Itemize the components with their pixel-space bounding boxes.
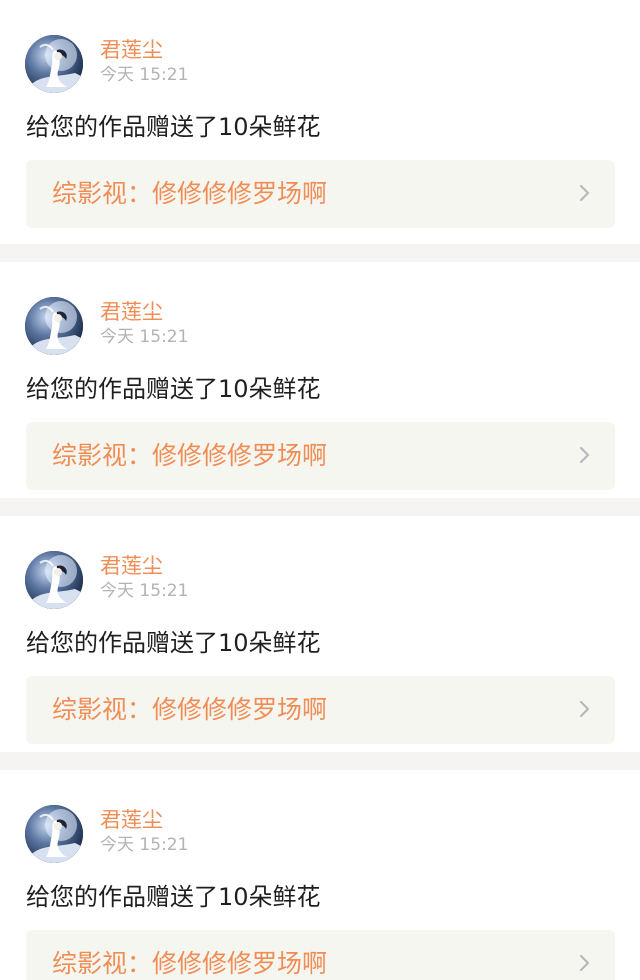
work-label: 综影视： xyxy=(52,441,153,470)
timestamp: 今天 15:21 xyxy=(100,581,189,601)
timestamp: 今天 15:21 xyxy=(100,835,189,855)
work-title-text: 修修修修罗场啊 xyxy=(152,949,328,978)
work-link[interactable]: 综影视：修修修修罗场啊 xyxy=(26,422,615,490)
notification-card: 君莲尘 今天 15:21 给您的作品赠送了10朵鲜花 综影视：修修修修罗场啊 xyxy=(0,262,640,506)
work-title-text: 修修修修罗场啊 xyxy=(152,441,328,470)
card-separator xyxy=(0,244,640,262)
chevron-right-icon xyxy=(579,954,590,972)
card-separator xyxy=(0,752,640,770)
gift-message: 给您的作品赠送了10朵鲜花 xyxy=(26,113,321,141)
notification-card: 君莲尘 今天 15:21 给您的作品赠送了10朵鲜花 综影视：修修修修罗场啊 xyxy=(0,516,640,760)
user-name-link[interactable]: 君莲尘 xyxy=(100,37,163,63)
work-label: 综影视： xyxy=(52,949,153,978)
work-label: 综影视： xyxy=(52,695,153,724)
avatar-icon[interactable] xyxy=(25,35,83,93)
work-label: 综影视： xyxy=(52,179,153,208)
user-name-link[interactable]: 君莲尘 xyxy=(100,807,163,833)
work-link[interactable]: 综影视：修修修修罗场啊 xyxy=(26,676,615,744)
work-title: 综影视：修修修修罗场啊 xyxy=(52,948,327,980)
user-name-link[interactable]: 君莲尘 xyxy=(100,299,163,325)
gift-message: 给您的作品赠送了10朵鲜花 xyxy=(26,375,321,403)
timestamp: 今天 15:21 xyxy=(100,65,189,85)
work-title: 综影视：修修修修罗场啊 xyxy=(52,178,327,210)
chevron-right-icon xyxy=(579,700,590,718)
notification-page: 君莲尘 今天 15:21 给您的作品赠送了10朵鲜花 综影视：修修修修罗场啊 君… xyxy=(0,0,640,980)
notification-card: 君莲尘 今天 15:21 给您的作品赠送了10朵鲜花 综影视：修修修修罗场啊 xyxy=(0,0,640,244)
work-link[interactable]: 综影视：修修修修罗场啊 xyxy=(26,930,615,980)
avatar-icon[interactable] xyxy=(25,551,83,609)
card-separator xyxy=(0,498,640,516)
chevron-right-icon xyxy=(579,184,590,202)
notification-card: 君莲尘 今天 15:21 给您的作品赠送了10朵鲜花 综影视：修修修修罗场啊 xyxy=(0,770,640,980)
user-name-link[interactable]: 君莲尘 xyxy=(100,553,163,579)
work-title-text: 修修修修罗场啊 xyxy=(152,695,328,724)
gift-message: 给您的作品赠送了10朵鲜花 xyxy=(26,629,321,657)
work-link[interactable]: 综影视：修修修修罗场啊 xyxy=(26,160,615,228)
work-title: 综影视：修修修修罗场啊 xyxy=(52,694,327,726)
work-title-text: 修修修修罗场啊 xyxy=(152,179,328,208)
work-title: 综影视：修修修修罗场啊 xyxy=(52,440,327,472)
avatar-icon[interactable] xyxy=(25,297,83,355)
gift-message: 给您的作品赠送了10朵鲜花 xyxy=(26,883,321,911)
timestamp: 今天 15:21 xyxy=(100,327,189,347)
avatar-icon[interactable] xyxy=(25,805,83,863)
chevron-right-icon xyxy=(579,446,590,464)
